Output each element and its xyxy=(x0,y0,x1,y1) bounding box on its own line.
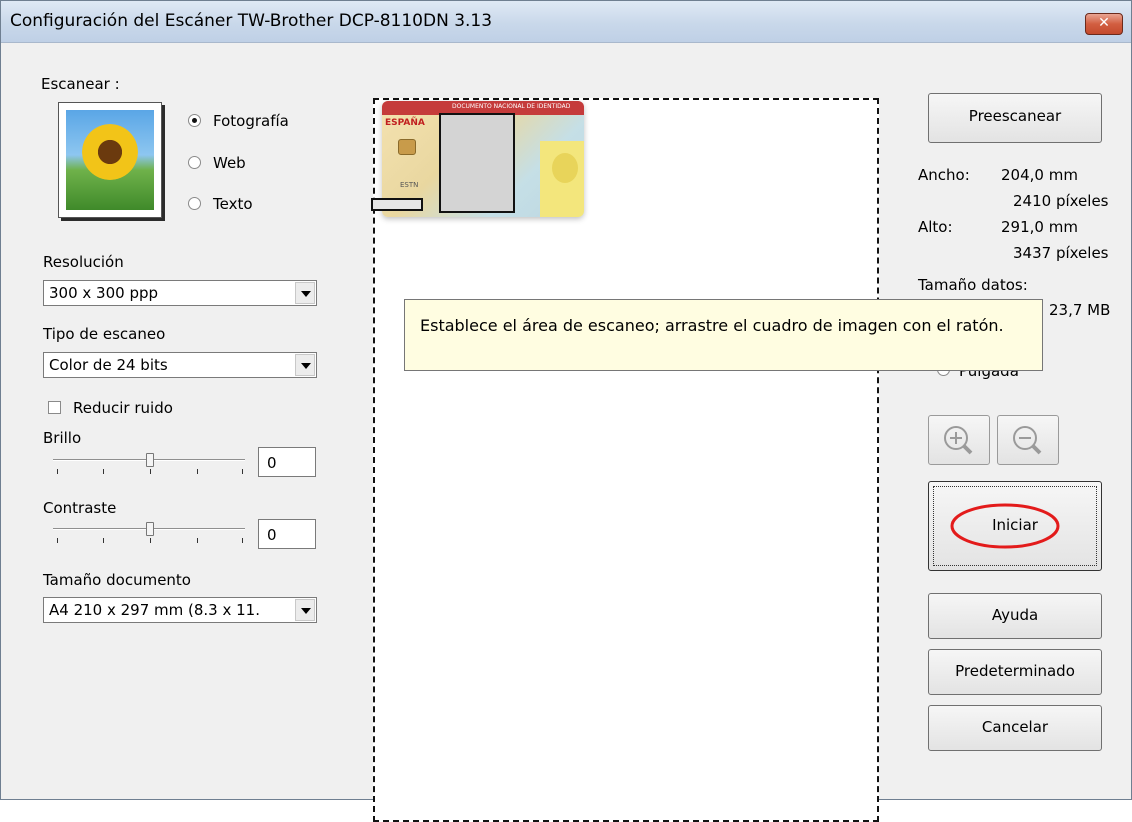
width-mm-value: 204,0 mm xyxy=(1001,166,1078,184)
document-size-select[interactable]: A4 210 x 297 mm (8.3 x 11. xyxy=(43,597,317,623)
document-size-label: Tamaño documento xyxy=(43,571,191,589)
card-code-text: ESTN xyxy=(400,181,419,189)
radio-text-label[interactable]: Texto xyxy=(213,195,253,213)
brightness-label: Brillo xyxy=(43,429,82,447)
prescan-button[interactable]: Preescanear xyxy=(928,93,1102,143)
tooltip-text: Establece el área de escaneo; arrastre e… xyxy=(420,316,1004,335)
sunflower-photo-icon xyxy=(58,102,162,218)
help-button-label: Ayuda xyxy=(991,606,1039,624)
zoom-in-icon xyxy=(944,426,973,455)
default-button-label: Predeterminado xyxy=(955,662,1075,680)
scan-type-label: Tipo de escaneo xyxy=(43,325,166,343)
scan-label: Escanear : xyxy=(41,75,120,93)
card-country-text: ESPAÑA xyxy=(385,118,425,128)
height-px-value: 3437 píxeles xyxy=(1013,244,1109,262)
person-silhouette-icon xyxy=(540,141,584,217)
default-button[interactable]: Predeterminado xyxy=(928,649,1102,695)
zoom-out-button[interactable] xyxy=(997,415,1059,465)
window-title: Configuración del Escáner TW-Brother DCP… xyxy=(10,11,493,31)
resolution-value: 300 x 300 ppp xyxy=(49,284,159,302)
card-header-text: DOCUMENTO NACIONAL DE IDENTIDAD xyxy=(452,103,571,110)
prescan-button-label: Preescanear xyxy=(968,107,1062,125)
chevron-down-icon[interactable] xyxy=(295,354,315,376)
height-mm-value: 291,0 mm xyxy=(1001,218,1078,236)
redaction-box-small xyxy=(371,198,423,211)
width-label: Ancho: xyxy=(918,166,970,184)
data-size-label: Tamaño datos: xyxy=(918,276,1028,294)
contrast-value: 0 xyxy=(267,526,277,544)
cancel-button-label: Cancelar xyxy=(981,718,1049,736)
scanner-dialog: Configuración del Escáner TW-Brother DCP… xyxy=(0,0,1132,822)
chevron-down-icon[interactable] xyxy=(295,599,315,621)
cancel-button[interactable]: Cancelar xyxy=(928,705,1102,751)
close-icon: ✕ xyxy=(1098,15,1110,31)
contrast-label: Contraste xyxy=(43,499,117,517)
radio-photo[interactable] xyxy=(188,114,201,127)
chip-icon xyxy=(398,139,416,155)
resolution-select[interactable]: 300 x 300 ppp xyxy=(43,280,317,306)
noise-reduction-checkbox[interactable] xyxy=(48,401,61,414)
zoom-out-icon xyxy=(1013,426,1042,455)
height-label: Alto: xyxy=(918,218,953,236)
radio-text[interactable] xyxy=(188,197,201,210)
radio-photo-label[interactable]: Fotografía xyxy=(213,112,289,130)
zoom-in-button[interactable] xyxy=(928,415,990,465)
highlight-circle xyxy=(950,503,1060,549)
radio-web-label[interactable]: Web xyxy=(213,154,246,172)
scan-type-value: Color de 24 bits xyxy=(49,356,168,374)
help-button[interactable]: Ayuda xyxy=(928,593,1102,639)
scan-type-select[interactable]: Color de 24 bits xyxy=(43,352,317,378)
document-size-value: A4 210 x 297 mm (8.3 x 11. xyxy=(49,601,260,619)
redaction-box xyxy=(439,113,515,213)
title-bar[interactable]: Configuración del Escáner TW-Brother DCP… xyxy=(1,1,1131,43)
noise-reduction-label[interactable]: Reducir ruido xyxy=(73,399,173,417)
brightness-value: 0 xyxy=(267,454,277,472)
data-size-value: 23,7 MB xyxy=(1049,301,1111,319)
chevron-down-icon[interactable] xyxy=(295,282,315,304)
close-button[interactable]: ✕ xyxy=(1085,13,1123,35)
tooltip: Establece el área de escaneo; arrastre e… xyxy=(404,299,1043,371)
resolution-label: Resolución xyxy=(43,253,124,271)
contrast-input[interactable]: 0 xyxy=(258,519,316,549)
width-px-value: 2410 píxeles xyxy=(1013,192,1109,210)
radio-web[interactable] xyxy=(188,156,201,169)
brightness-input[interactable]: 0 xyxy=(258,447,316,477)
